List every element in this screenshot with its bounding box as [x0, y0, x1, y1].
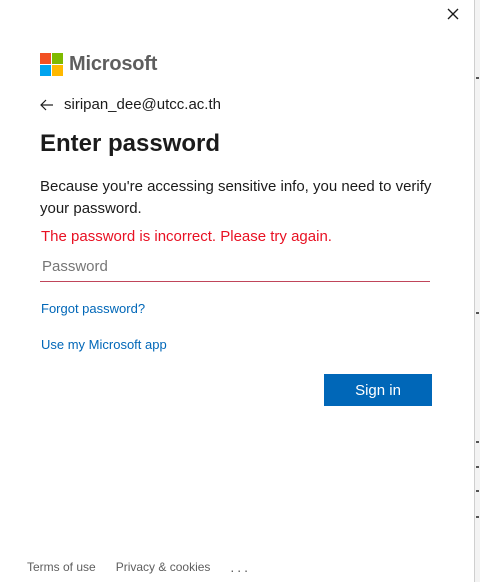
background-mark: [476, 312, 479, 314]
more-options-button[interactable]: ...: [230, 559, 251, 575]
background-mark: [476, 466, 479, 468]
arrow-left-icon: [40, 99, 53, 110]
background-mark: [476, 490, 479, 492]
identity-banner[interactable]: siripan_dee@utcc.ac.th: [40, 96, 221, 113]
sign-in-dialog: Microsoft siripan_dee@utcc.ac.th Enter p…: [0, 0, 474, 582]
sign-in-button[interactable]: Sign in: [324, 374, 432, 406]
background-mark: [476, 77, 479, 79]
background-mark: [476, 516, 479, 518]
use-microsoft-app-link[interactable]: Use my Microsoft app: [41, 337, 167, 352]
password-input[interactable]: [40, 252, 430, 282]
background-mark: [476, 441, 479, 443]
description-text: Because you're accessing sensitive info,…: [40, 178, 432, 217]
close-icon: [447, 8, 459, 20]
error-message: The password is incorrect. Please try ag…: [41, 228, 332, 245]
forgot-password-link[interactable]: Forgot password?: [41, 301, 145, 316]
close-button[interactable]: [440, 2, 466, 26]
page-title: Enter password: [40, 130, 221, 157]
background-window-edge: [474, 0, 480, 582]
microsoft-logo: Microsoft: [40, 53, 157, 76]
brand-name: Microsoft: [69, 53, 158, 75]
account-email: siripan_dee@utcc.ac.th: [64, 96, 221, 113]
microsoft-logo-icon: [40, 53, 63, 76]
terms-of-use-link[interactable]: Terms of use: [27, 560, 96, 574]
privacy-cookies-link[interactable]: Privacy & cookies: [116, 560, 211, 574]
footer: Terms of use Privacy & cookies ...: [27, 559, 251, 575]
